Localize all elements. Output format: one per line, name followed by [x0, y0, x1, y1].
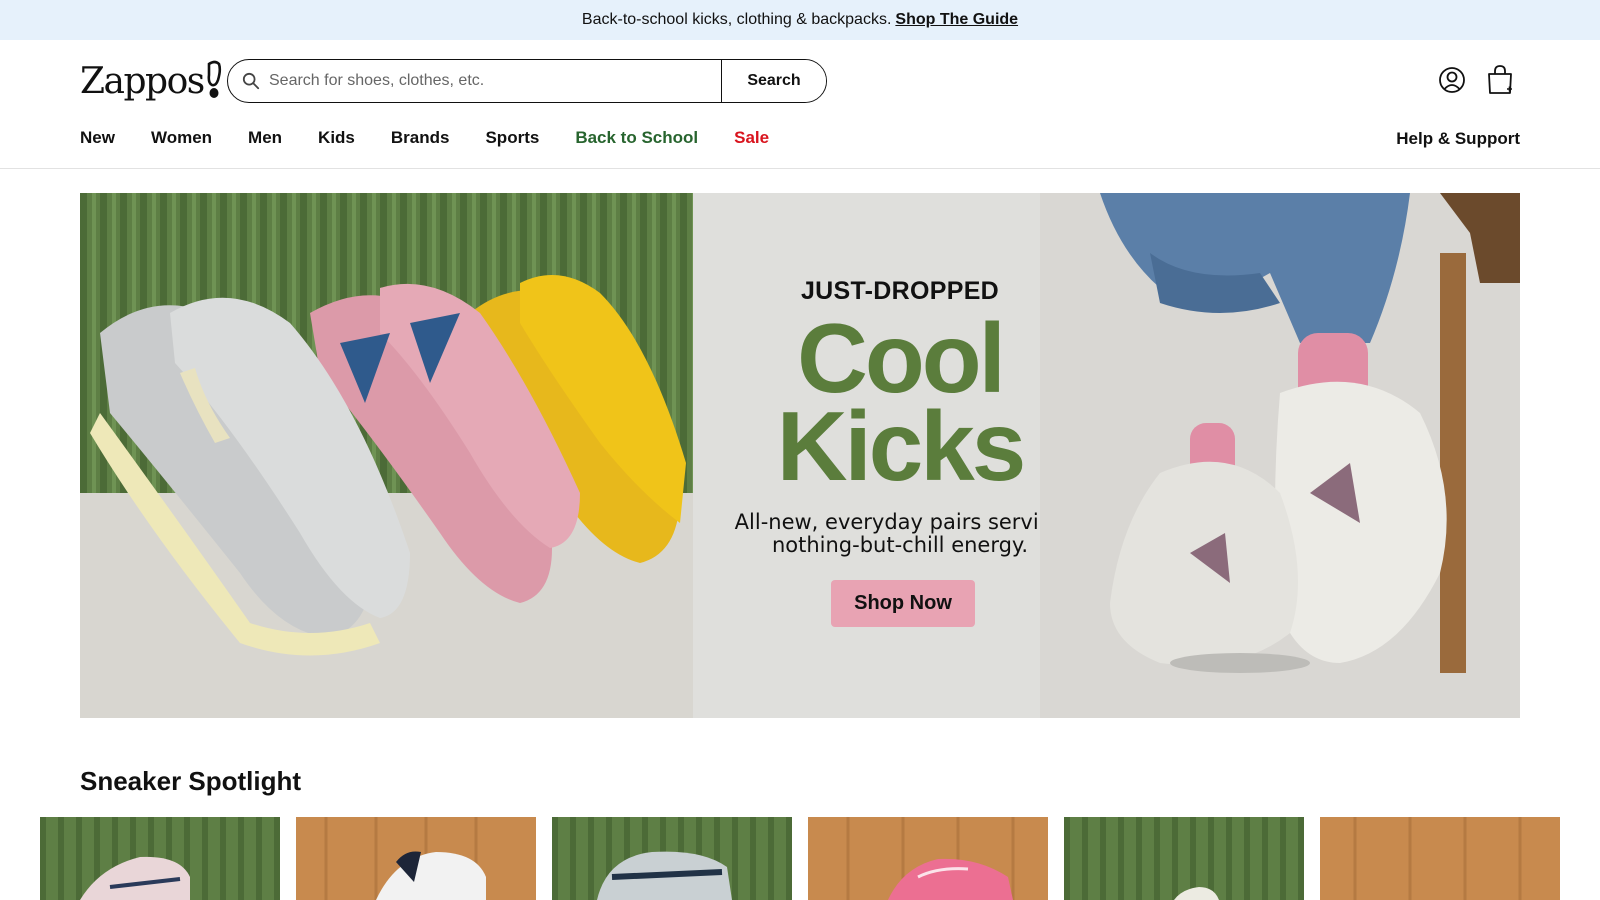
hero-banner[interactable]: JUST-DROPPED Cool Kicks All-new, everyda… [80, 193, 1520, 718]
nav-divider [0, 168, 1600, 169]
logo-wordmark: Zappos [80, 61, 205, 102]
nav-item-sale[interactable]: Sale [734, 128, 769, 148]
spotlight-tile-4[interactable] [808, 817, 1048, 900]
help-support-link[interactable]: Help & Support [1396, 129, 1520, 149]
spotlight-tile-3[interactable] [552, 817, 792, 900]
hero-sneakers-image [80, 193, 693, 718]
shopping-bag-icon [1488, 65, 1512, 94]
search-icon [242, 72, 260, 90]
cart-button[interactable] [1485, 64, 1515, 96]
search-bar: Search [227, 59, 827, 103]
nav-item-kids[interactable]: Kids [318, 128, 355, 148]
search-input[interactable] [269, 72, 689, 90]
spotlight-tile-5[interactable] [1064, 817, 1304, 900]
hero-model-image [1040, 193, 1520, 718]
shop-now-button[interactable]: Shop Now [831, 580, 975, 627]
zappos-logo[interactable]: Zappos [80, 58, 222, 100]
promo-text: Back-to-school kicks, clothing & backpac… [581, 11, 892, 28]
search-field-wrap [228, 60, 721, 102]
promo-bar: Back-to-school kicks, clothing & backpac… [0, 0, 1600, 40]
spotlight-tile-6[interactable] [1320, 817, 1560, 900]
nav-item-back-to-school[interactable]: Back to School [575, 128, 698, 148]
shop-guide-link[interactable]: Shop The Guide [895, 11, 1018, 29]
account-button[interactable] [1437, 64, 1467, 96]
user-icon [1439, 67, 1465, 93]
nav-item-new[interactable]: New [80, 128, 115, 148]
nav-item-sports[interactable]: Sports [485, 128, 539, 148]
hero-subtext: All-new, everyday pairs serving nothing-… [734, 510, 1066, 557]
nav-item-brands[interactable]: Brands [391, 128, 450, 148]
search-button[interactable]: Search [721, 60, 826, 102]
sneaker-spotlight-carousel [40, 817, 1560, 900]
logo-footprint-icon [207, 60, 221, 98]
nav-item-women[interactable]: Women [151, 128, 212, 148]
main-nav: New Women Men Kids Brands Sports Back to… [80, 128, 769, 148]
spotlight-tile-1[interactable] [40, 817, 280, 900]
sneaker-spotlight-title: Sneaker Spotlight [80, 766, 302, 796]
nav-item-men[interactable]: Men [248, 128, 282, 148]
spotlight-tile-2[interactable] [296, 817, 536, 900]
